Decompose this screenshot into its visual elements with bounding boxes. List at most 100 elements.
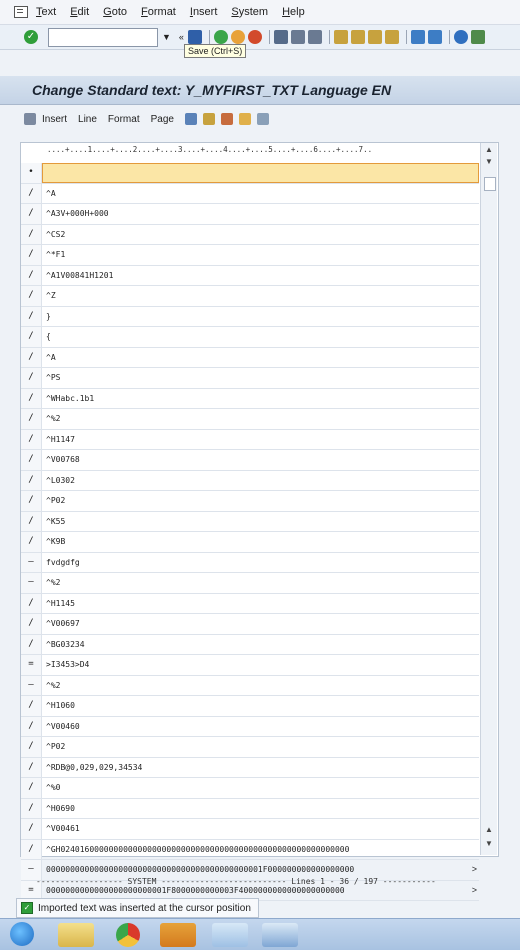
scroll-down-icon[interactable]: ▼ — [481, 157, 497, 166]
paste-icon[interactable] — [220, 113, 233, 125]
paragraph-format[interactable]: / — [21, 183, 42, 203]
paragraph-format[interactable]: / — [21, 716, 42, 736]
paragraph-format[interactable]: • — [21, 163, 42, 183]
paragraph-format[interactable]: / — [21, 224, 42, 244]
editor-line[interactable]: / ^A — [21, 183, 479, 204]
menu-system[interactable]: System — [231, 6, 268, 18]
paragraph-format[interactable]: – — [21, 675, 42, 695]
editor-line[interactable]: / ^K55 — [21, 511, 479, 532]
editor-line[interactable]: / ^RDB@0,029,029,34534 — [21, 757, 479, 778]
line-text[interactable]: ^CS2 — [42, 225, 479, 245]
editor-line[interactable]: / ^GH024016000000000000000000000000000000… — [21, 839, 479, 860]
line-text[interactable]: ^K55 — [42, 512, 479, 532]
editor-line[interactable]: / ^V00461 — [21, 819, 479, 840]
page-button[interactable]: Page — [151, 114, 174, 125]
enter-icon[interactable]: ✓ — [24, 30, 38, 44]
editor-line[interactable]: – fvdgdfg — [21, 552, 479, 573]
paragraph-format[interactable]: / — [21, 450, 42, 470]
move-icon[interactable] — [238, 113, 251, 125]
menu-text[interactable]: Text — [36, 6, 56, 18]
line-text[interactable]: ^V00461 — [42, 819, 479, 839]
editor-line[interactable]: / ^V00697 — [21, 614, 479, 635]
editor-line[interactable]: / ^Z — [21, 286, 479, 307]
line-text[interactable]: ^WHabc.1b1 — [42, 389, 479, 409]
line-text[interactable]: ^V00768 — [42, 450, 479, 470]
line-text[interactable]: ^P02 — [42, 737, 479, 757]
line-text[interactable]: >I3453>D4 — [42, 655, 479, 675]
line-text[interactable]: ^A — [42, 348, 479, 368]
editor-line[interactable]: / ^BG03234 — [21, 634, 479, 655]
editor-line[interactable]: / ^A — [21, 347, 479, 368]
insert-button[interactable]: Insert — [42, 114, 67, 125]
sap-gui-window-icon[interactable] — [262, 923, 298, 947]
command-field[interactable] — [48, 27, 158, 47]
save-icon[interactable] — [187, 30, 202, 44]
editor-line[interactable]: / ^V00460 — [21, 716, 479, 737]
file-explorer-icon[interactable] — [58, 923, 94, 947]
line-text[interactable]: ^Z — [42, 286, 479, 306]
menu-insert[interactable]: Insert — [190, 6, 218, 18]
line-text[interactable]: ^*F1 — [42, 245, 479, 265]
editor-line[interactable]: • — [21, 163, 479, 184]
editor-line[interactable]: / ^L0302 — [21, 470, 479, 491]
prev-page-icon[interactable] — [350, 30, 365, 44]
paragraph-format[interactable]: / — [21, 347, 42, 367]
line-text[interactable]: fvdgdfg — [42, 553, 479, 573]
line-text[interactable]: ^H1145 — [42, 594, 479, 614]
format-button[interactable]: Format — [108, 114, 140, 125]
next-page-icon[interactable] — [367, 30, 382, 44]
editor-line[interactable]: / ^WHabc.1b1 — [21, 388, 479, 409]
line-text[interactable]: } — [42, 307, 479, 327]
editor-line[interactable]: /{ — [21, 327, 479, 348]
editor-line[interactable]: / ^H1147 — [21, 429, 479, 450]
help-icon[interactable] — [453, 30, 468, 44]
paragraph-format[interactable]: = — [21, 655, 42, 675]
chrome-icon[interactable] — [116, 923, 140, 947]
paragraph-format[interactable]: / — [21, 737, 42, 757]
paragraph-format[interactable]: – — [21, 573, 42, 593]
editor-line[interactable]: /} — [21, 306, 479, 327]
print-icon[interactable] — [273, 30, 288, 44]
editor-line[interactable]: / ^P02 — [21, 491, 479, 512]
editor-line[interactable]: – ^%2 — [21, 573, 479, 594]
paragraph-format[interactable]: – — [21, 552, 42, 572]
paragraph-format[interactable]: / — [21, 388, 42, 408]
paint-icon[interactable] — [212, 923, 248, 947]
back-green-icon[interactable] — [213, 30, 228, 44]
layout-icon[interactable] — [470, 30, 485, 44]
paragraph-format[interactable]: / — [21, 757, 42, 777]
back-icon[interactable]: « — [179, 32, 184, 42]
paragraph-format[interactable]: / — [21, 286, 42, 306]
paragraph-format[interactable]: / — [21, 327, 42, 347]
new-session-icon[interactable] — [410, 30, 425, 44]
menu-goto[interactable]: Goto — [103, 6, 127, 18]
editor-line[interactable]: / ^CS2 — [21, 224, 479, 245]
line-text[interactable]: ^P02 — [42, 491, 479, 511]
paragraph-format[interactable]: / — [21, 593, 42, 613]
menu-help[interactable]: Help — [282, 6, 305, 18]
editor-line[interactable]: / ^H1060 — [21, 696, 479, 717]
editor-line[interactable]: / ^A1V00841H1201 — [21, 265, 479, 286]
editor-line[interactable]: / ^V00768 — [21, 450, 479, 471]
paragraph-format[interactable]: / — [21, 839, 42, 859]
line-text[interactable] — [42, 163, 479, 183]
editor-line[interactable]: / ^H0690 — [21, 798, 479, 819]
editor-line[interactable]: / ^H1145 — [21, 593, 479, 614]
paragraph-format[interactable]: / — [21, 204, 42, 224]
scroll-thumb[interactable] — [484, 177, 496, 191]
line-text[interactable]: ^RDB@0,029,029,34534 — [42, 758, 479, 778]
paragraph-format[interactable]: / — [21, 491, 42, 511]
text-editor[interactable]: ....+....1....+....2....+....3....+....4… — [20, 142, 499, 901]
line-text[interactable]: ^V00460 — [42, 717, 479, 737]
line-text[interactable]: ^%2 — [42, 409, 479, 429]
copy-icon[interactable] — [184, 113, 197, 125]
line-text[interactable]: ^GH0240160000000000000000000000000000000… — [42, 840, 479, 860]
line-text[interactable]: ^%0 — [42, 778, 479, 798]
line-text[interactable]: ^PS — [42, 368, 479, 388]
line-text[interactable]: ^L0302 — [42, 471, 479, 491]
line-text[interactable]: ^H1147 — [42, 430, 479, 450]
display-icon[interactable] — [24, 113, 36, 125]
scroll-up-bottom-icon[interactable]: ▲ — [481, 825, 497, 834]
scroll-down-bottom-icon[interactable]: ▼ — [481, 839, 497, 848]
editor-line[interactable]: / ^%0 — [21, 778, 479, 799]
